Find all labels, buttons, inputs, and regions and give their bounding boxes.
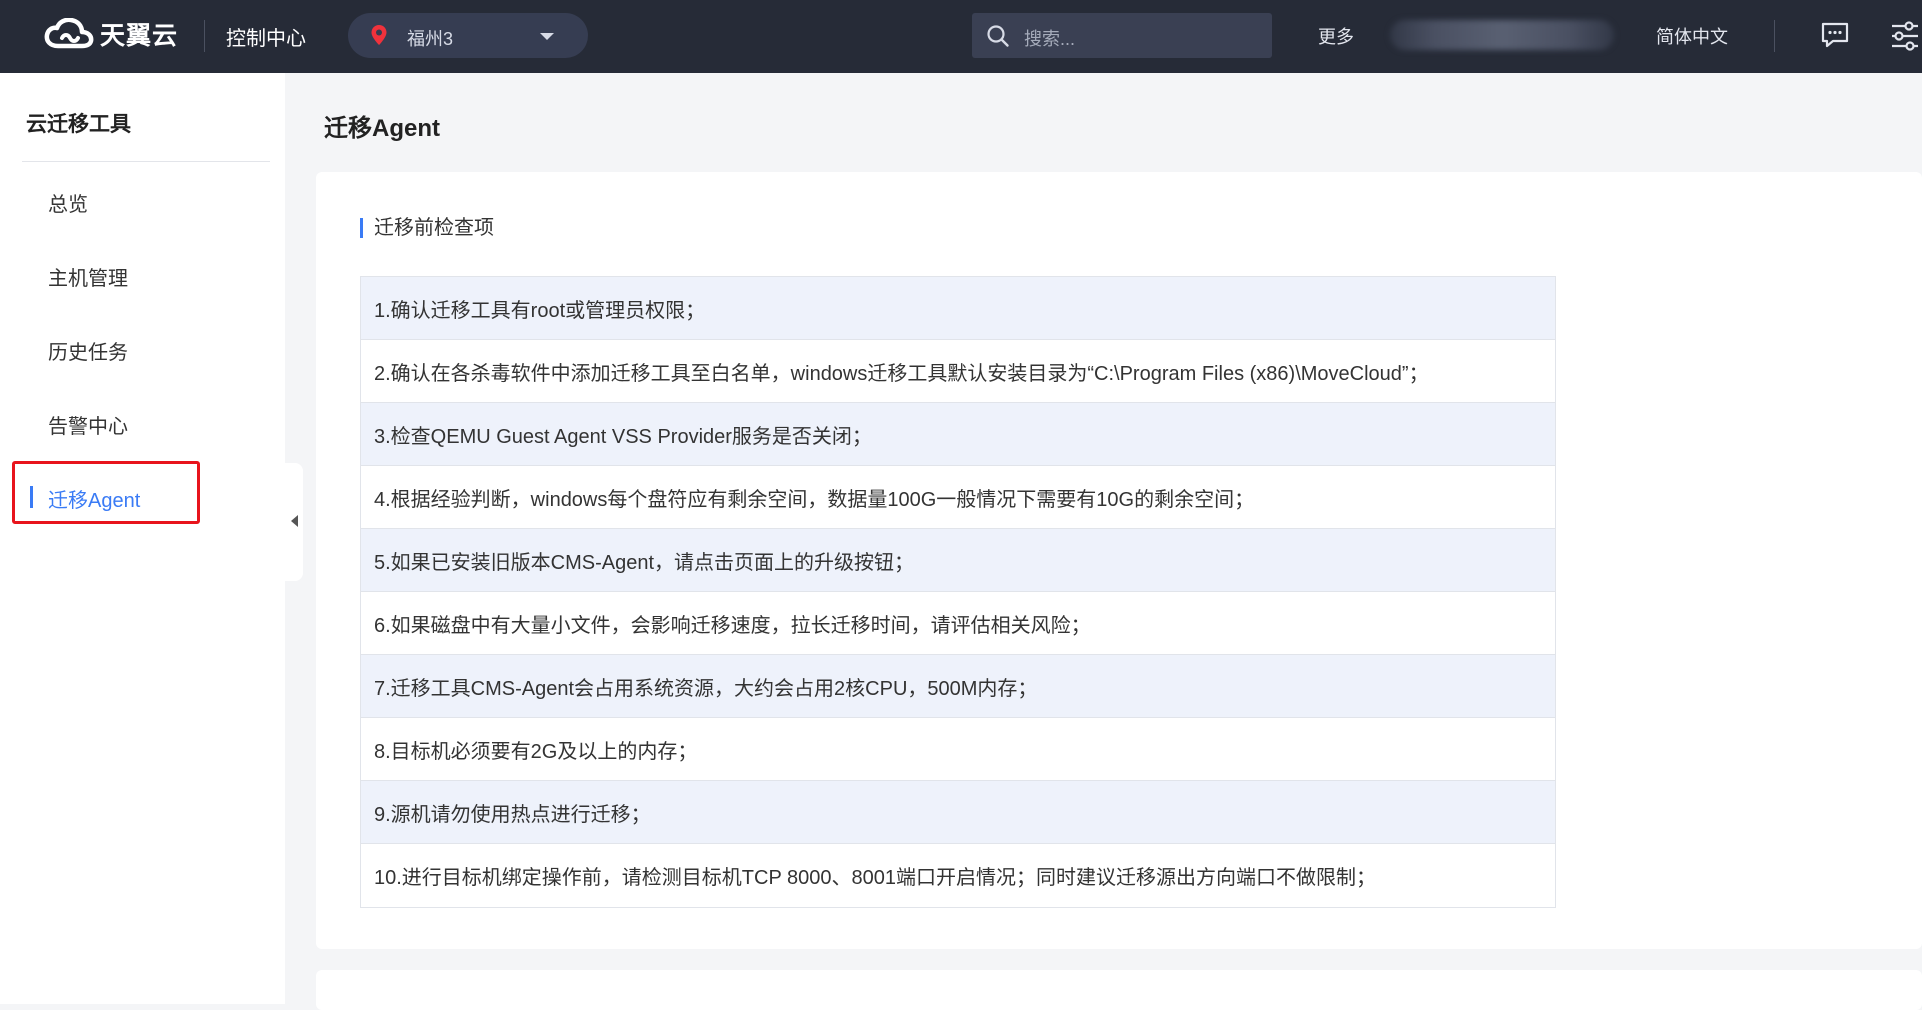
list-item: 9.源机请勿使用热点进行迁移； [361,781,1555,844]
collapse-left-icon [291,515,298,527]
sidebar-item-history-tasks[interactable]: 历史任务 [0,324,285,374]
page-title: 迁移Agent [324,115,440,142]
sidebar-title: 云迁移工具 [26,113,131,136]
sidebar-item-label: 主机管理 [48,268,128,290]
list-item: 1.确认迁移工具有root或管理员权限； [361,277,1555,340]
sidebar: 云迁移工具 总览 主机管理 历史任务 告警中心 迁移Agent [0,73,285,1004]
next-card [316,970,1922,1010]
language-selector[interactable]: 简体中文 [1656,23,1728,49]
console-title[interactable]: 控制中心 [226,22,306,51]
sidebar-item-overview[interactable]: 总览 [0,176,285,226]
sidebar-item-label: 历史任务 [48,342,128,364]
active-indicator [30,486,33,508]
sidebar-item-migration-agent[interactable]: 迁移Agent [0,472,285,522]
sidebar-collapse-toggle[interactable] [285,463,303,581]
precheck-list: 1.确认迁移工具有root或管理员权限； 2.确认在各杀毒软件中添加迁移工具至白… [360,276,1556,908]
cloud-logo-icon [44,18,94,49]
more-menu[interactable]: 更多 [1318,23,1354,49]
list-item: 7.迁移工具CMS-Agent会占用系统资源，大约会占用2核CPU，500M内存… [361,655,1555,718]
settings-sliders-icon[interactable] [1890,20,1920,52]
brand-logo[interactable]: 天翼云 [44,14,178,54]
divider [1774,20,1775,52]
divider [204,20,205,52]
list-item: 4.根据经验判断，windows每个盘符应有剩余空间，数据量100G一般情况下需… [361,466,1555,529]
sidebar-item-label: 迁移Agent [48,490,141,512]
list-item: 3.检查QEMU Guest Agent VSS Provider服务是否关闭； [361,403,1555,466]
precheck-card: 迁移前检查项 1.确认迁移工具有root或管理员权限； 2.确认在各杀毒软件中添… [316,172,1922,949]
search-input[interactable]: 搜索... [1024,25,1075,51]
brand-name: 天翼云 [100,22,179,50]
divider [22,161,270,162]
sidebar-item-label: 总览 [48,194,88,216]
section-title: 迁移前检查项 [360,216,494,240]
top-navigation-bar: 天翼云 控制中心 福州3 搜索... 更多 简体中文 [0,0,1922,73]
sidebar-item-label: 告警中心 [48,416,128,438]
list-item: 10.进行目标机绑定操作前，请检测目标机TCP 8000、8001端口开启情况；… [361,844,1555,907]
list-item: 6.如果磁盘中有大量小文件，会影响迁移速度，拉长迁移时间，请评估相关风险； [361,592,1555,655]
list-item: 8.目标机必须要有2G及以上的内存； [361,718,1555,781]
list-item: 2.确认在各杀毒软件中添加迁移工具至白名单，windows迁移工具默认安装目录为… [361,340,1555,403]
message-icon[interactable] [1820,20,1850,50]
account-menu[interactable] [1390,20,1614,50]
section-title-bar [360,218,363,238]
region-selector[interactable]: 福州3 [348,13,588,58]
search-icon [987,25,1009,47]
chevron-down-icon [540,33,554,40]
sidebar-item-host-management[interactable]: 主机管理 [0,250,285,300]
list-item: 5.如果已安装旧版本CMS-Agent，请点击页面上的升级按钮； [361,529,1555,592]
region-label: 福州3 [407,29,454,49]
section-title-text: 迁移前检查项 [374,217,494,239]
search-box[interactable]: 搜索... [972,13,1272,58]
location-pin-icon [371,25,387,45]
sidebar-item-alarm-center[interactable]: 告警中心 [0,398,285,448]
